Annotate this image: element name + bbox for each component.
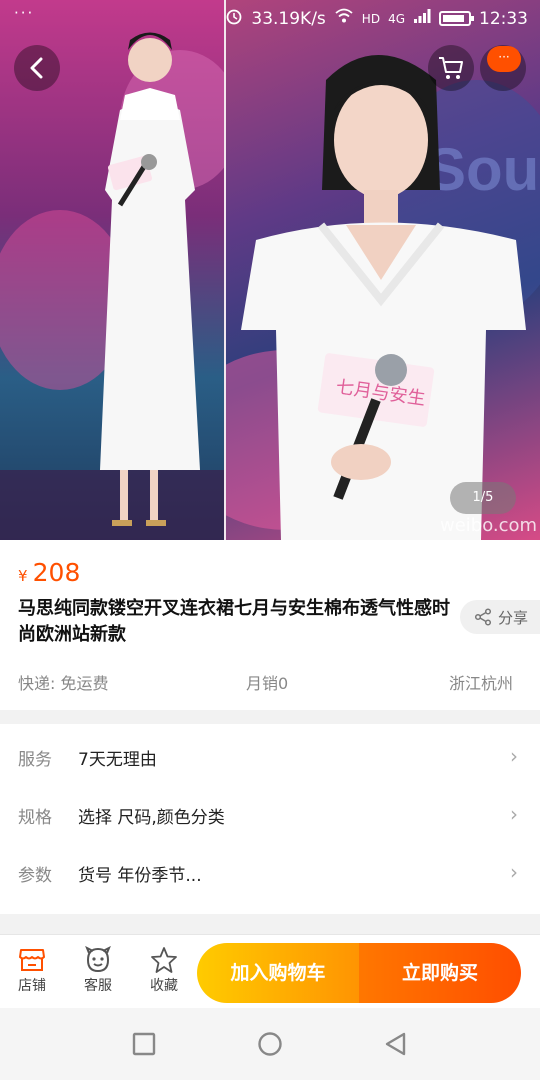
product-title: 马思纯同款镂空开叉连衣裙七月与安生棉布透气性感时尚欧洲站新款: [18, 598, 450, 645]
params-value: 货号 年份季节...: [78, 866, 202, 886]
recents-icon[interactable]: [130, 1030, 158, 1058]
svg-text:Sou: Sou: [426, 136, 539, 203]
cart-button[interactable]: [428, 45, 474, 91]
notification-dots: ···: [14, 4, 35, 22]
system-nav-bar: [0, 1008, 540, 1080]
home-icon[interactable]: [256, 1030, 284, 1058]
params-label: 参数: [18, 866, 52, 886]
chevron-right-icon: ›: [510, 744, 518, 768]
spec-row[interactable]: 规格 选择 尺码,颜色分类 ›: [0, 784, 540, 842]
back-button[interactable]: [14, 45, 60, 91]
image-pager: 1/5: [450, 482, 516, 514]
ship-location: 浙江杭州: [449, 674, 514, 693]
price: ¥ 208: [18, 558, 80, 587]
service-row[interactable]: 服务 7天无理由 ›: [0, 726, 540, 784]
wifi-icon: [334, 8, 354, 29]
service-panel: 服务 7天无理由 › 规格 选择 尺码,颜色分类 › 参数 货号 年份季节...…: [0, 724, 540, 914]
shopping-cart-icon: [439, 57, 463, 79]
shop-label: 店铺: [18, 978, 46, 994]
shop-button[interactable]: 店铺: [7, 945, 57, 995]
spec-label: 规格: [18, 808, 52, 828]
back-nav-icon[interactable]: [382, 1030, 410, 1058]
chevron-left-icon: [30, 57, 43, 79]
share-button[interactable]: 分享: [460, 600, 540, 634]
status-bar: ··· 33.19K/s HD 4G 12:33: [0, 0, 540, 36]
lte-indicator: 4G: [388, 11, 405, 26]
product-info: ¥ 208 马思纯同款镂空开叉连衣裙七月与安生棉布透气性感时尚欧洲站新款 分享 …: [0, 540, 540, 710]
service-label: 服务: [18, 750, 52, 770]
share-icon: [474, 608, 492, 626]
star-icon: [139, 945, 189, 975]
params-row[interactable]: 参数 货号 年份季节... ›: [0, 842, 540, 900]
chevron-right-icon: ›: [510, 802, 518, 826]
add-to-cart-button[interactable]: 加入购物车: [197, 943, 359, 1003]
currency-symbol: ¥: [18, 567, 28, 585]
monthly-sales: 月销0: [246, 674, 289, 693]
watermark: weibo.com: [440, 515, 538, 536]
product-gallery[interactable]: Sou 七月与安生 ··· 33.19K/s HD 4G 12:33 ··· 1…: [0, 0, 540, 540]
price-value: 208: [32, 558, 81, 587]
action-bar: 店铺 客服 收藏 加入购物车 立即购买: [0, 934, 540, 1008]
customer-service-label: 客服: [84, 978, 112, 994]
customer-service-icon: [73, 945, 123, 975]
alarm-icon: [225, 7, 243, 30]
customer-service-button[interactable]: 客服: [73, 945, 123, 995]
share-label: 分享: [498, 608, 529, 627]
shop-icon: [7, 945, 57, 975]
favorite-button[interactable]: 收藏: [139, 945, 189, 995]
battery-icon: [439, 11, 474, 26]
hd-indicator: HD: [361, 11, 381, 26]
network-speed: 33.19K/s: [251, 8, 326, 29]
clock: 12:33: [479, 8, 528, 29]
favorite-label: 收藏: [150, 978, 178, 994]
signal-icon: [413, 8, 431, 29]
service-value: 7天无理由: [78, 750, 157, 770]
shipping-info: 快递: 免运费: [18, 674, 109, 693]
spec-value: 选择 尺码,颜色分类: [78, 808, 225, 828]
buy-now-button[interactable]: 立即购买: [359, 943, 521, 1003]
more-badge[interactable]: ···: [487, 46, 521, 72]
chevron-right-icon: ›: [510, 860, 518, 884]
